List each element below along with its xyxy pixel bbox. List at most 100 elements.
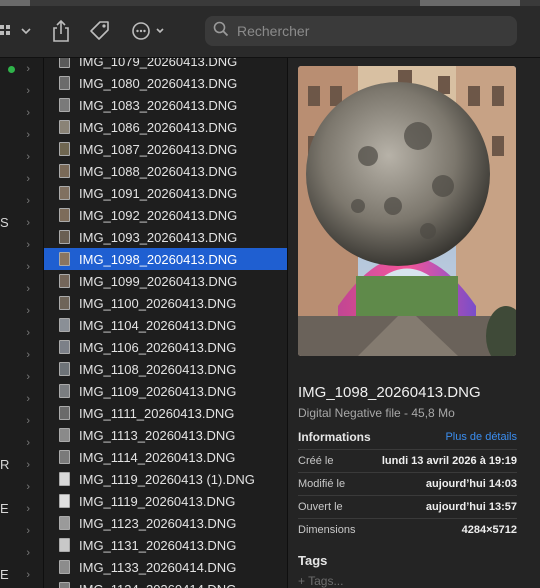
sidebar-item[interactable]: › [0, 102, 43, 124]
file-thumbnail-icon [59, 406, 70, 420]
file-name: IMG_1123_20260413.DNG [79, 515, 237, 531]
file-thumbnail-icon [59, 208, 70, 222]
chevron-right-icon[interactable]: › [26, 283, 30, 295]
file-name: IMG_1091_20260413.DNG [79, 185, 238, 201]
file-name: IMG_1114_20260413.DNG [79, 449, 236, 465]
chevron-right-icon[interactable]: › [26, 459, 30, 471]
share-icon[interactable] [48, 18, 74, 44]
chevron-right-icon[interactable]: › [26, 151, 30, 163]
file-row[interactable]: IMG_1131_20260413.DNG [44, 534, 287, 556]
file-thumbnail-icon [59, 516, 70, 530]
info-key: Créé le [298, 455, 334, 467]
sidebar-item[interactable]: › [0, 322, 43, 344]
sidebar-item[interactable]: › [0, 344, 43, 366]
view-grid-icon[interactable] [0, 18, 34, 44]
file-thumbnail-icon [59, 318, 70, 332]
sidebar-item[interactable]: › [0, 80, 43, 102]
chevron-right-icon[interactable]: › [26, 305, 30, 317]
chevron-right-icon[interactable]: › [26, 437, 30, 449]
chevron-right-icon[interactable]: › [26, 415, 30, 427]
chevron-right-icon[interactable]: › [26, 327, 30, 339]
file-row[interactable]: IMG_1100_20260413.DNG [44, 292, 287, 314]
sidebar-item[interactable]: › [0, 168, 43, 190]
file-row[interactable]: IMG_1087_20260413.DNG [44, 138, 287, 160]
file-row[interactable]: IMG_1119_20260413.DNG [44, 490, 287, 512]
sidebar-item-label: R [0, 457, 10, 472]
sidebar-item[interactable]: › [0, 278, 43, 300]
sidebar-item[interactable]: › [0, 542, 43, 564]
info-row: Ouvert le aujourd’hui 13:57 [298, 495, 517, 518]
more-icon[interactable] [130, 18, 168, 44]
chevron-right-icon[interactable]: › [26, 129, 30, 141]
sidebar-item[interactable]: › [0, 432, 43, 454]
chevron-right-icon[interactable]: › [26, 481, 30, 493]
sidebar-item[interactable]: › [0, 146, 43, 168]
file-row[interactable]: IMG_1088_20260413.DNG [44, 160, 287, 182]
chevron-right-icon[interactable]: › [26, 393, 30, 405]
file-row[interactable]: IMG_1091_20260413.DNG [44, 182, 287, 204]
sidebar-item[interactable]: › [0, 234, 43, 256]
tags-field[interactable]: + Tags... [298, 574, 343, 588]
file-row[interactable]: IMG_1104_20260413.DNG [44, 314, 287, 336]
file-thumbnail-icon [59, 142, 70, 156]
file-row[interactable]: IMG_1111_20260413.DNG [44, 402, 287, 424]
chevron-right-icon[interactable]: › [26, 85, 30, 97]
sidebar-item[interactable]: E › [0, 564, 43, 586]
file-row[interactable]: IMG_1098_20260413.DNG [44, 248, 287, 270]
sidebar-item[interactable]: › [0, 520, 43, 542]
search-field[interactable] [205, 16, 517, 46]
file-row[interactable]: IMG_1134_20260414.DNG [44, 578, 287, 588]
file-row[interactable]: IMG_1133_20260414.DNG [44, 556, 287, 578]
chevron-right-icon[interactable]: › [26, 371, 30, 383]
chevron-right-icon[interactable]: › [26, 195, 30, 207]
file-row[interactable]: IMG_1080_20260413.DNG [44, 72, 287, 94]
file-row[interactable]: IMG_1079_20260413.DNG [44, 58, 287, 72]
chevron-right-icon[interactable]: › [26, 525, 30, 537]
sidebar-item[interactable]: › [0, 190, 43, 212]
sidebar-item[interactable]: › [0, 58, 43, 80]
file-row[interactable]: IMG_1086_20260413.DNG [44, 116, 287, 138]
chevron-right-icon[interactable]: › [26, 63, 30, 75]
sidebar-item[interactable]: › [0, 410, 43, 432]
file-name: IMG_1106_20260413.DNG [79, 339, 237, 355]
file-row[interactable]: IMG_1109_20260413.DNG [44, 380, 287, 402]
sidebar-item[interactable]: S › [0, 212, 43, 234]
search-input[interactable] [237, 23, 497, 39]
file-row[interactable]: IMG_1123_20260413.DNG [44, 512, 287, 534]
sidebar-item[interactable]: › [0, 124, 43, 146]
file-row[interactable]: IMG_1099_20260413.DNG [44, 270, 287, 292]
file-thumbnail-icon [59, 230, 70, 244]
file-row[interactable]: IMG_1108_20260413.DNG [44, 358, 287, 380]
chevron-right-icon[interactable]: › [26, 261, 30, 273]
chevron-right-icon[interactable]: › [26, 349, 30, 361]
file-row[interactable]: IMG_1093_20260413.DNG [44, 226, 287, 248]
file-name: IMG_1083_20260413.DNG [79, 97, 238, 113]
sidebar-item[interactable]: R › [0, 454, 43, 476]
chevron-right-icon[interactable]: › [26, 107, 30, 119]
file-thumbnail-icon [59, 58, 70, 68]
file-name: IMG_1104_20260413.DNG [79, 317, 237, 333]
file-thumbnail-icon [59, 98, 70, 112]
more-details-link[interactable]: Plus de détails [445, 431, 517, 443]
chevron-right-icon[interactable]: › [26, 503, 30, 515]
sidebar-item[interactable]: › [0, 476, 43, 498]
sidebar-item[interactable]: E › [0, 498, 43, 520]
file-row[interactable]: IMG_1083_20260413.DNG [44, 94, 287, 116]
file-row[interactable]: IMG_1092_20260413.DNG [44, 204, 287, 226]
sidebar-item[interactable]: › [0, 300, 43, 322]
file-row[interactable]: IMG_1106_20260413.DNG [44, 336, 287, 358]
sidebar-item[interactable]: › [0, 256, 43, 278]
chevron-right-icon[interactable]: › [26, 173, 30, 185]
chevron-right-icon[interactable]: › [26, 569, 30, 581]
chevron-right-icon[interactable]: › [26, 239, 30, 251]
chevron-right-icon[interactable]: › [26, 547, 30, 559]
file-row[interactable]: IMG_1113_20260413.DNG [44, 424, 287, 446]
file-thumbnail-icon [59, 340, 70, 354]
file-row[interactable]: IMG_1119_20260413 (1).DNG [44, 468, 287, 490]
tag-icon[interactable] [86, 18, 114, 44]
file-name: IMG_1131_20260413.DNG [79, 537, 237, 553]
sidebar-item[interactable]: › [0, 366, 43, 388]
sidebar-item[interactable]: › [0, 388, 43, 410]
file-row[interactable]: IMG_1114_20260413.DNG [44, 446, 287, 468]
chevron-right-icon[interactable]: › [26, 217, 30, 229]
